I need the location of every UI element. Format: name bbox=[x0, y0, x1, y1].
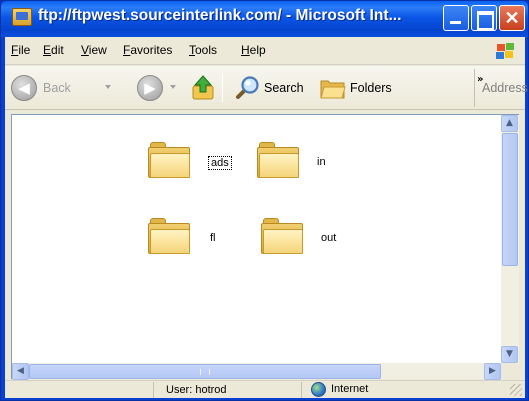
horizontal-scroll-thumb[interactable] bbox=[29, 364, 381, 379]
internet-zone-icon bbox=[311, 382, 326, 397]
address-label: Address bbox=[482, 81, 528, 95]
window-client: File Edit View Favorites Tools Help ◀ Ba… bbox=[5, 37, 528, 398]
menu-edit[interactable]: Edit bbox=[43, 43, 64, 57]
scroll-down-button[interactable]: ▼ bbox=[501, 346, 518, 363]
status-zone-text: Internet bbox=[331, 383, 369, 395]
toolbar: ◀ Back ▶ Search Folders » Address bbox=[5, 66, 528, 110]
scroll-left-button[interactable]: ◀ bbox=[12, 363, 29, 380]
folder-item[interactable]: out bbox=[261, 218, 351, 258]
window-title: ftp://ftpwest.sourceinterlink.com/ - Mic… bbox=[38, 7, 402, 24]
folder-icon bbox=[148, 218, 190, 254]
menu-help[interactable]: Help bbox=[241, 43, 266, 57]
chevron-up-icon: ▲ bbox=[506, 118, 513, 128]
folders-icon[interactable] bbox=[320, 77, 346, 99]
status-pane-user: User: hotrod bbox=[153, 382, 293, 398]
folder-icon bbox=[257, 142, 299, 178]
menu-file[interactable]: File bbox=[11, 43, 30, 57]
forward-button[interactable]: ▶ bbox=[137, 75, 163, 101]
folder-item[interactable]: ads bbox=[148, 142, 238, 182]
back-label: Back bbox=[43, 81, 71, 95]
close-button[interactable]: ✕ bbox=[499, 5, 525, 31]
toolbar-separator bbox=[222, 74, 223, 102]
maximize-button[interactable] bbox=[471, 5, 497, 31]
forward-arrow-icon: ▶ bbox=[144, 79, 156, 97]
browser-window: ftp://ftpwest.sourceinterlink.com/ - Mic… bbox=[0, 0, 529, 401]
folder-icon bbox=[261, 218, 303, 254]
search-label[interactable]: Search bbox=[264, 81, 304, 95]
back-dropdown-icon[interactable] bbox=[105, 85, 111, 89]
vertical-scrollbar[interactable]: ▲ ▼ bbox=[501, 115, 519, 363]
address-separator bbox=[474, 69, 475, 107]
ftp-folder-icon bbox=[12, 8, 32, 26]
horizontal-scrollbar[interactable]: ◀ ▶ bbox=[12, 363, 501, 380]
status-bar: User: hotrod Internet bbox=[5, 380, 525, 398]
scroll-right-button[interactable]: ▶ bbox=[484, 363, 501, 380]
minimize-button[interactable] bbox=[443, 5, 469, 31]
resize-grip-icon[interactable] bbox=[510, 384, 522, 396]
search-icon[interactable] bbox=[234, 75, 260, 101]
folder-item[interactable]: in bbox=[257, 142, 347, 182]
menu-view[interactable]: View bbox=[81, 43, 107, 57]
folder-label: ads bbox=[208, 156, 232, 170]
back-button[interactable]: ◀ bbox=[11, 75, 37, 101]
file-view[interactable]: ads in fl out ▲ ▼ ◀ ▶ bbox=[11, 114, 519, 380]
close-icon: ✕ bbox=[504, 8, 520, 28]
menu-favorites[interactable]: Favorites bbox=[123, 43, 172, 57]
forward-dropdown-icon[interactable] bbox=[170, 85, 176, 89]
folder-item[interactable]: fl bbox=[148, 218, 238, 258]
vertical-scroll-thumb[interactable] bbox=[502, 133, 518, 266]
chevron-right-icon: ▶ bbox=[489, 366, 496, 376]
folder-label: in bbox=[317, 156, 326, 168]
chevron-left-icon: ◀ bbox=[17, 366, 24, 376]
back-arrow-icon: ◀ bbox=[18, 79, 30, 97]
menu-bar: File Edit View Favorites Tools Help bbox=[5, 37, 525, 65]
status-user-text: User: hotrod bbox=[166, 384, 227, 396]
folder-label: out bbox=[321, 232, 337, 244]
scroll-grip bbox=[200, 369, 210, 375]
up-folder-icon[interactable] bbox=[191, 74, 215, 100]
windows-logo-icon bbox=[489, 39, 519, 63]
menu-tools[interactable]: Tools bbox=[189, 43, 217, 57]
chevron-down-icon: ▼ bbox=[506, 349, 513, 359]
title-bar[interactable]: ftp://ftpwest.sourceinterlink.com/ - Mic… bbox=[1, 1, 528, 37]
folder-label: fl bbox=[210, 232, 216, 244]
folders-label[interactable]: Folders bbox=[350, 81, 392, 95]
scrollbar-corner bbox=[501, 363, 519, 379]
scroll-up-button[interactable]: ▲ bbox=[501, 115, 518, 132]
folder-icon bbox=[148, 142, 190, 178]
